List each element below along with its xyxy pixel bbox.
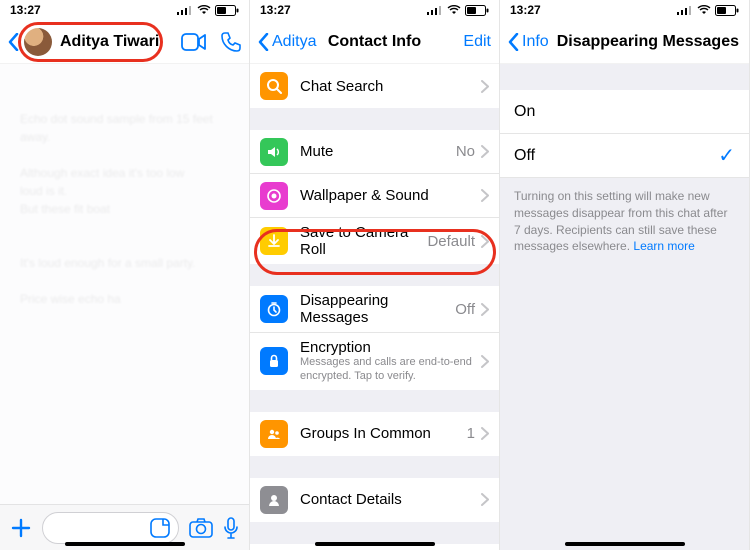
setting-footer: Turning on this setting will make new me… — [500, 178, 749, 265]
disappearing-body: On Off ✓ Turning on this setting will ma… — [500, 64, 749, 550]
lock-icon — [260, 347, 288, 375]
contact-info-navbar: Aditya Contact Info Edit — [250, 20, 499, 64]
voice-call-icon[interactable] — [221, 32, 241, 52]
battery-icon — [715, 5, 739, 16]
back-label: Info — [522, 33, 549, 51]
camera-icon[interactable] — [189, 518, 213, 538]
wallpaper-icon — [260, 182, 288, 210]
home-indicator — [65, 542, 185, 546]
checkmark-icon: ✓ — [718, 143, 735, 168]
disappearing-navbar: Info Disappearing Messages — [500, 20, 749, 64]
wifi-icon — [197, 5, 211, 15]
status-icons — [677, 5, 739, 16]
message-field[interactable] — [42, 512, 179, 544]
cellular-icon — [677, 5, 693, 15]
contact-avatar[interactable] — [24, 28, 52, 56]
battery-icon — [465, 5, 489, 16]
edit-button[interactable]: Edit — [463, 33, 491, 51]
row-value: Off — [455, 301, 475, 318]
status-bar: 13:27 — [0, 0, 249, 20]
row-contact-details[interactable]: Contact Details — [250, 478, 499, 522]
chevron-right-icon — [481, 493, 489, 506]
dim-overlay — [0, 64, 249, 504]
back-chevron-icon — [508, 33, 520, 51]
row-label: Encryption — [300, 339, 475, 356]
chevron-right-icon — [481, 235, 489, 248]
speaker-icon — [260, 138, 288, 166]
row-value: 1 — [467, 425, 475, 442]
row-chat-search[interactable]: Chat Search — [250, 64, 499, 108]
row-label: Wallpaper & Sound — [300, 187, 429, 204]
timer-icon — [260, 295, 288, 323]
home-indicator — [565, 542, 685, 546]
option-label: On — [514, 103, 535, 121]
row-wallpaper[interactable]: Wallpaper & Sound — [250, 174, 499, 218]
person-icon — [260, 486, 288, 514]
microphone-icon[interactable] — [223, 517, 239, 539]
plus-icon[interactable] — [10, 517, 32, 539]
cellular-icon — [427, 5, 443, 15]
wifi-icon — [447, 5, 461, 15]
row-save-camera-roll[interactable]: Save to Camera Roll Default — [250, 218, 499, 264]
chat-body: Echo dot sound sample from 15 feet away.… — [0, 64, 249, 504]
back-button[interactable]: Info — [508, 33, 549, 51]
clock: 13:27 — [260, 3, 291, 17]
footer-text: Turning on this setting will make new me… — [514, 189, 727, 253]
disappearing-messages-screen: 13:27 Info Disappearing Messages On Off … — [500, 0, 750, 550]
row-label: Mute — [300, 143, 333, 160]
chevron-right-icon — [481, 145, 489, 158]
search-icon — [260, 72, 288, 100]
row-label: Save to Camera Roll — [300, 224, 427, 258]
row-label: Groups In Common — [300, 425, 431, 442]
row-label: Chat Search — [300, 78, 383, 95]
back-label: Aditya — [272, 33, 316, 51]
home-indicator — [315, 542, 435, 546]
video-call-icon[interactable] — [181, 33, 207, 51]
chevron-right-icon — [481, 427, 489, 440]
clock: 13:27 — [10, 3, 41, 17]
back-chevron-icon — [258, 33, 270, 51]
row-label: Disappearing Messages — [300, 292, 455, 326]
contact-info-screen: 13:27 Aditya Contact Info Edit Chat Sear… — [250, 0, 500, 550]
chevron-right-icon — [481, 303, 489, 316]
row-value: No — [456, 143, 475, 160]
clock: 13:27 — [510, 3, 541, 17]
wifi-icon — [697, 5, 711, 15]
back-chevron-icon[interactable] — [8, 33, 20, 51]
row-encryption[interactable]: Encryption Messages and calls are end-to… — [250, 333, 499, 390]
learn-more-link[interactable]: Learn more — [633, 239, 694, 253]
chevron-right-icon — [481, 189, 489, 202]
option-on[interactable]: On — [500, 90, 749, 134]
sticker-icon[interactable] — [150, 518, 170, 538]
cellular-icon — [177, 5, 193, 15]
contact-name[interactable]: Aditya Tiwari — [60, 33, 159, 51]
status-bar: 13:27 — [500, 0, 749, 20]
chevron-right-icon — [481, 355, 489, 368]
row-subtitle: Messages and calls are end-to-end encryp… — [300, 356, 475, 384]
page-title: Disappearing Messages — [557, 33, 739, 51]
row-groups-in-common[interactable]: Groups In Common 1 — [250, 412, 499, 456]
row-mute[interactable]: Mute No — [250, 130, 499, 174]
option-label: Off — [514, 147, 535, 165]
chat-navbar: Aditya Tiwari — [0, 20, 249, 64]
status-icons — [427, 5, 489, 16]
back-button[interactable]: Aditya — [258, 33, 316, 51]
group-icon — [260, 420, 288, 448]
row-value: Default — [427, 233, 475, 250]
chevron-right-icon — [481, 80, 489, 93]
contact-info-body: Chat Search Mute No Wallpaper & Sound Sa… — [250, 64, 499, 550]
download-icon — [260, 227, 288, 255]
status-bar: 13:27 — [250, 0, 499, 20]
option-off[interactable]: Off ✓ — [500, 134, 749, 178]
chat-screen: 13:27 Aditya Tiwari Echo dot sound sampl… — [0, 0, 250, 550]
row-disappearing-messages[interactable]: Disappearing Messages Off — [250, 286, 499, 333]
battery-icon — [215, 5, 239, 16]
status-icons — [177, 5, 239, 16]
row-label: Contact Details — [300, 491, 402, 508]
